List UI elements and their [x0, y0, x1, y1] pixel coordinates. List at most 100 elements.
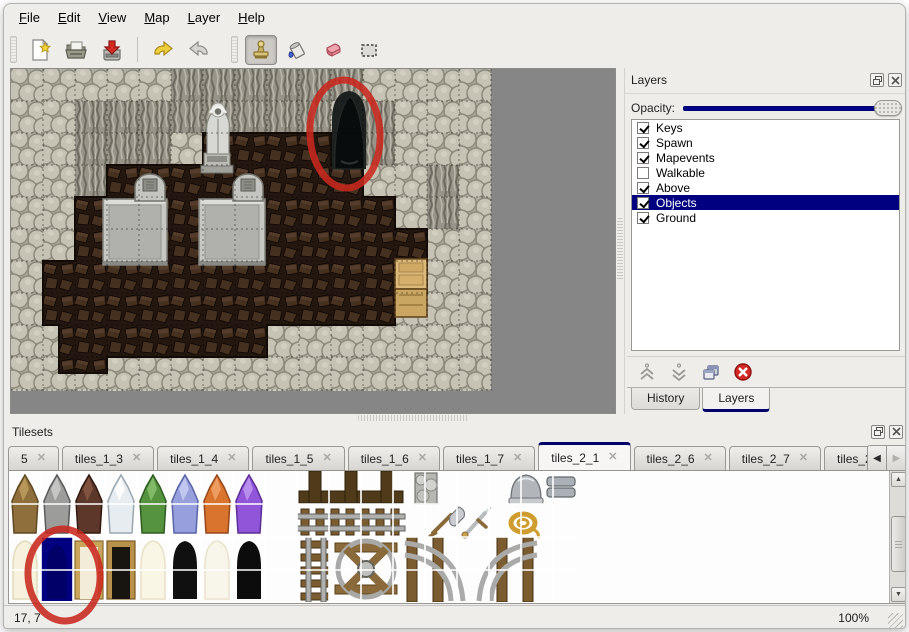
tab-scroll-left-button[interactable]: ◀ [867, 445, 887, 471]
tileset-tab-active[interactable]: tiles_2_1✕ [538, 442, 630, 470]
rect-select-tool-button[interactable] [353, 35, 385, 65]
raise-layer-icon [637, 362, 657, 382]
map-canvas[interactable] [10, 68, 616, 414]
scroll-down-button[interactable]: ▼ [891, 587, 906, 602]
layer-visibility-checkbox[interactable] [637, 137, 649, 149]
menu-map[interactable]: Map [135, 7, 178, 28]
eraser-tool-button[interactable] [317, 35, 349, 65]
tile-coordinates: 17, 7 [14, 611, 838, 625]
layer-visibility-checkbox[interactable] [637, 167, 649, 179]
layer-row-objects[interactable]: Objects [632, 195, 899, 210]
scroll-up-button[interactable]: ▲ [891, 472, 906, 487]
tilesets-panel-title: Tilesets [12, 425, 871, 439]
tab-history[interactable]: History [631, 388, 700, 410]
crates [395, 259, 427, 317]
layer-visibility-checkbox[interactable] [637, 152, 649, 164]
float-icon [873, 76, 882, 85]
tileset-tab[interactable]: 5✕ [8, 446, 59, 470]
duplicate-layer-icon [701, 362, 721, 382]
undo-icon [151, 38, 175, 62]
tab-scroll-right-button[interactable]: ▶ [887, 445, 906, 471]
menu-edit[interactable]: Edit [49, 7, 89, 28]
layer-row-keys[interactable]: Keys [632, 120, 899, 135]
layer-name: Ground [656, 211, 696, 225]
float-panel-button[interactable] [871, 425, 885, 439]
delete-layer-icon [733, 362, 753, 382]
menu-view[interactable]: View [89, 7, 135, 28]
close-tab-icon[interactable]: ✕ [37, 453, 46, 464]
dock-tabs: History Layers [627, 387, 906, 414]
layer-visibility-checkbox[interactable] [637, 182, 649, 194]
close-tab-icon[interactable]: ✕ [513, 453, 522, 464]
resize-grip[interactable] [888, 613, 903, 628]
layer-name: Objects [656, 196, 697, 210]
new-map-button[interactable] [24, 35, 56, 65]
opacity-slider-handle[interactable] [874, 100, 902, 116]
tileset-tab[interactable]: tiles_1_3✕ [62, 446, 154, 470]
lower-layer-button[interactable] [667, 360, 691, 384]
close-tab-icon[interactable]: ✕ [799, 453, 808, 464]
delete-layer-button[interactable] [731, 360, 755, 384]
raise-layer-button[interactable] [635, 360, 659, 384]
layer-name: Above [656, 181, 690, 195]
tools-drag-handle[interactable] [231, 36, 238, 63]
open-map-button[interactable] [60, 35, 92, 65]
tileset-canvas[interactable]: ▲ ▼ [8, 471, 906, 604]
tileset-tab[interactable]: tiles_2_6✕ [634, 446, 726, 470]
layer-row-mapevents[interactable]: Mapevents [632, 150, 899, 165]
layer-row-above[interactable]: Above [632, 180, 899, 195]
close-tab-icon[interactable]: ✕ [322, 453, 331, 464]
layer-row-walkable[interactable]: Walkable [632, 165, 899, 180]
close-tab-icon[interactable]: ✕ [704, 453, 713, 464]
tileset-tab[interactable]: tiles_2_7✕ [729, 446, 821, 470]
undo-button[interactable] [147, 35, 179, 65]
fill-tool-icon [285, 38, 309, 62]
close-icon [892, 427, 901, 436]
lower-layer-icon [669, 362, 689, 382]
layer-list: Keys Spawn Mapevents Walkable Above Obje… [631, 119, 900, 351]
menu-layer[interactable]: Layer [179, 7, 230, 28]
close-tab-icon[interactable]: ✕ [608, 452, 617, 463]
header-divider [625, 93, 906, 94]
duplicate-layer-button[interactable] [699, 360, 723, 384]
close-tab-icon[interactable]: ✕ [418, 453, 427, 464]
scrollbar-thumb[interactable] [891, 516, 906, 572]
new-file-icon [28, 38, 52, 62]
float-panel-button[interactable] [870, 73, 884, 87]
layer-toolbar [627, 356, 906, 386]
cave-entrance [332, 91, 366, 169]
tileset-vertical-scrollbar[interactable]: ▲ ▼ [889, 471, 906, 603]
tab-layers[interactable]: Layers [702, 388, 770, 412]
tileset-tab[interactable]: tiles_1_6✕ [348, 446, 440, 470]
close-panel-button[interactable] [889, 425, 903, 439]
layer-name: Mapevents [656, 151, 715, 165]
vertical-splitter-handle[interactable] [617, 218, 623, 280]
close-icon [891, 76, 900, 85]
rect-select-icon [357, 38, 381, 62]
layer-visibility-checkbox[interactable] [637, 212, 649, 224]
close-tab-icon[interactable]: ✕ [132, 453, 141, 464]
save-map-button[interactable] [96, 35, 128, 65]
layer-visibility-checkbox[interactable] [637, 122, 649, 134]
menu-file[interactable]: File [10, 7, 49, 28]
redo-button[interactable] [183, 35, 215, 65]
layer-visibility-checkbox[interactable] [637, 197, 649, 209]
tileset-tab[interactable]: tiles_1_7✕ [443, 446, 535, 470]
vertical-splitter[interactable] [616, 68, 624, 414]
layer-name: Spawn [656, 136, 693, 150]
zoom-level: 100% [838, 611, 869, 625]
opacity-slider[interactable] [683, 99, 902, 117]
close-panel-button[interactable] [888, 73, 902, 87]
toolbar-drag-handle[interactable] [10, 36, 17, 63]
layer-row-ground[interactable]: Ground [632, 210, 899, 225]
float-icon [874, 427, 883, 436]
layer-row-spawn[interactable]: Spawn [632, 135, 899, 150]
stamp-tool-button[interactable] [245, 35, 277, 65]
layers-panel-header: Layers [625, 68, 906, 92]
fill-tool-button[interactable] [281, 35, 313, 65]
tileset-tab[interactable]: tiles_1_5✕ [252, 446, 344, 470]
close-tab-icon[interactable]: ✕ [227, 453, 236, 464]
menu-help[interactable]: Help [229, 7, 274, 28]
opacity-slider-track[interactable] [683, 106, 898, 111]
tileset-tab[interactable]: tiles_1_4✕ [157, 446, 249, 470]
